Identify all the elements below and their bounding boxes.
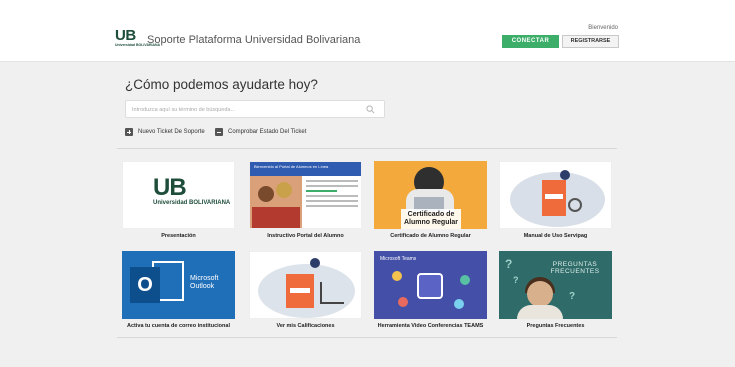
- card-preguntas-frecuentes[interactable]: ? ? ? PREGUNTAS FRECUENTES Preguntas Fre…: [499, 251, 612, 329]
- card-certificado[interactable]: Certificado de Alumno Regular Certificad…: [374, 161, 487, 239]
- card-label: Activa tu cuenta de correo institucional: [127, 323, 230, 329]
- page-headline: ¿Cómo podemos ayudarte hoy?: [125, 77, 318, 92]
- new-ticket-link[interactable]: Nuevo Ticket De Soporte: [125, 127, 205, 137]
- text-line: [306, 185, 358, 187]
- card-label: Ver mis Calificaciones: [276, 323, 335, 329]
- new-ticket-label: Nuevo Ticket De Soporte: [138, 129, 205, 135]
- connect-button[interactable]: CONECTAR: [502, 35, 559, 48]
- card-label: Instructivo Portal del Alumno: [267, 233, 344, 239]
- card-label: Herramienta Video Conferencias TEAMS: [377, 323, 484, 329]
- chart-icon: [320, 282, 344, 304]
- faq-banner: PREGUNTAS FRECUENTES: [545, 261, 605, 279]
- card-thumbnail: Certificado de Alumno Regular: [374, 161, 487, 229]
- divider: [117, 337, 617, 338]
- portal-banner-text: Bienvenido al Portal de Alumnos en Línea: [254, 164, 329, 169]
- card-thumbnail: [499, 161, 612, 229]
- text-lines-graphic: [306, 180, 358, 210]
- search-box[interactable]: [125, 100, 385, 118]
- ub-logo-text: Universidad BOLIVARIANA: [153, 200, 231, 206]
- logo-mark: UB: [115, 27, 136, 44]
- outlook-icon: O: [130, 267, 160, 303]
- question-mark-icon: ?: [569, 291, 576, 302]
- card-manual-servipag[interactable]: Manual de Uso Servipag: [499, 161, 612, 239]
- question-mark-icon: ?: [513, 275, 519, 285]
- text-line: [306, 180, 358, 182]
- card-label: Preguntas Frecuentes: [526, 323, 585, 329]
- text-line: [306, 195, 358, 197]
- person-illustration: [560, 170, 570, 180]
- card-calificaciones[interactable]: Ver mis Calificaciones: [249, 251, 362, 329]
- top-bar: UB Universidad BOLIVARIANA Soporte Plata…: [0, 0, 735, 62]
- card-instructivo-portal[interactable]: Bienvenido al Portal de Alumnos en Línea…: [249, 161, 362, 239]
- ticket-status-icon: [215, 128, 223, 136]
- plus-square-icon: [125, 128, 133, 136]
- check-ticket-link[interactable]: Comprobar Estado Del Ticket: [215, 127, 306, 137]
- participant-avatar: [398, 297, 408, 307]
- card-thumbnail: Bienvenido al Portal de Alumnos en Línea: [249, 161, 362, 229]
- participant-avatar: [460, 275, 470, 285]
- faq-banner-text: PREGUNTAS FRECUENTES: [550, 261, 600, 275]
- text-line: [306, 190, 338, 192]
- manual-book-icon: [286, 274, 314, 308]
- teams-icon: [417, 273, 443, 299]
- text-line: [306, 200, 358, 202]
- certificate-caption: Certificado de Alumno Regular: [401, 209, 461, 229]
- card-label: Presentación: [161, 233, 196, 239]
- search-icon[interactable]: [366, 105, 375, 114]
- question-mark-icon: ?: [505, 257, 513, 271]
- participant-avatar: [392, 271, 402, 281]
- card-thumbnail: O Microsoft Outlook: [122, 251, 235, 319]
- university-logo[interactable]: UB Universidad BOLIVARIANA: [115, 27, 160, 51]
- students-photo-detail: [252, 207, 300, 228]
- certificate-caption-text: Certificado de Alumno Regular: [403, 211, 459, 226]
- participant-avatar: [454, 299, 464, 309]
- teams-header: Microsoft Teams: [380, 256, 417, 262]
- check-ticket-label: Comprobar Estado Del Ticket: [228, 129, 307, 135]
- portal-banner: Bienvenido al Portal de Alumnos en Línea: [250, 162, 361, 176]
- card-thumbnail: Microsoft Teams: [374, 251, 487, 319]
- card-thumbnail: [249, 251, 362, 319]
- card-label: Certificado de Alumno Regular: [390, 233, 471, 239]
- card-thumbnail: ? ? ? PREGUNTAS FRECUENTES: [499, 251, 612, 319]
- card-teams[interactable]: Microsoft Teams Herramienta Video Confer…: [374, 251, 487, 329]
- ub-logo-mark: UB: [153, 174, 187, 201]
- card-correo-institucional[interactable]: O Microsoft Outlook Activa tu cuenta de …: [122, 251, 235, 329]
- site-title[interactable]: Soporte Plataforma Universidad Bolivaria…: [147, 34, 360, 46]
- text-line: [306, 205, 358, 207]
- woman-illustration: [527, 281, 553, 307]
- card-thumbnail: UB Universidad BOLIVARIANA: [122, 161, 235, 229]
- register-button[interactable]: REGISTRARSE: [562, 35, 619, 48]
- divider: [117, 148, 617, 149]
- card-presentacion[interactable]: UB Universidad BOLIVARIANA Presentación: [122, 161, 235, 239]
- magnifier-icon: [568, 198, 582, 212]
- card-label: Manual de Uso Servipag: [523, 233, 588, 239]
- welcome-text: Bienvenido: [588, 25, 618, 31]
- person-illustration: [310, 258, 320, 268]
- outlook-wordmark: Microsoft Outlook: [190, 275, 219, 290]
- woman-shoulders: [517, 305, 563, 319]
- search-input[interactable]: [132, 105, 362, 115]
- manual-book-icon: [542, 180, 566, 216]
